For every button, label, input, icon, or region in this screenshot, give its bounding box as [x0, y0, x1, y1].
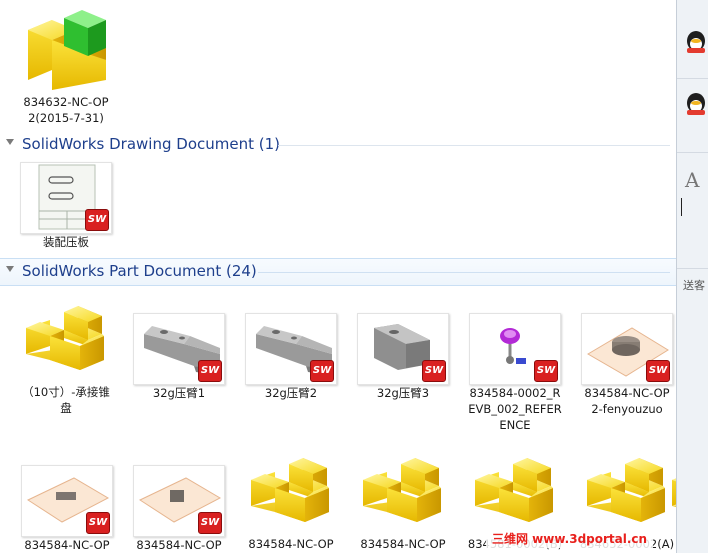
chat-side-panel: A 送客 — [676, 0, 708, 553]
part-item-label: 834584-NC-OP — [248, 537, 334, 551]
part-thumbnail: SW — [21, 465, 113, 537]
part-item-label: 834584-NC-OP — [24, 538, 110, 552]
part-icon — [475, 458, 553, 522]
solidworks-badge-icon: SW — [310, 360, 334, 382]
part-icon — [587, 458, 665, 522]
solidworks-badge-icon: SW — [646, 360, 670, 382]
solidworks-badge-icon: SW — [534, 360, 558, 382]
assembly-icon — [28, 10, 106, 90]
solidworks-badge-icon: SW — [85, 209, 109, 231]
part-item-label: 32g压臂3 — [376, 386, 430, 400]
group-title-drawing: SolidWorks Drawing Document (1) — [22, 135, 280, 153]
solidworks-badge-icon: SW — [198, 360, 222, 382]
qq-avatar-icon[interactable] — [683, 30, 708, 56]
panel-divider — [677, 268, 708, 269]
part-icon — [672, 458, 676, 522]
panel-divider — [677, 78, 708, 79]
part-icon — [251, 458, 329, 522]
qq-avatar-icon[interactable] — [683, 92, 708, 118]
drawing-thumbnail: SW — [20, 162, 112, 234]
part-thumbnail: SW — [581, 313, 673, 385]
group-title-part: SolidWorks Part Document (24) — [22, 262, 257, 280]
assembly-item-label: 834632-NC-OP 2(2015-7-31) — [23, 95, 109, 125]
collapse-chevron-icon[interactable] — [6, 139, 14, 145]
part-item-label: （10寸）-承接锥 盘 — [22, 385, 110, 415]
group-header-drawing[interactable]: SolidWorks Drawing Document (1) — [0, 132, 676, 158]
drawing-item-label: 装配压板 — [43, 235, 89, 249]
solidworks-badge-icon: SW — [86, 512, 110, 534]
part-item-label: 834584-NC-OP — [136, 538, 222, 552]
group-divider — [278, 145, 670, 146]
part-item-label: 834584-0002_R EVB_002_REFER ENCE — [468, 386, 562, 432]
part-item-label: 32g压臂2 — [264, 386, 318, 400]
part-thumbnail: SW — [357, 313, 449, 385]
text-input-caret[interactable] — [681, 198, 682, 216]
part-item-label: 32g压臂1 — [152, 386, 206, 400]
file-explorer-content: 834632-NC-OP 2(2015-7-31) SolidWorks Dra… — [0, 0, 676, 553]
panel-divider — [677, 152, 708, 153]
part-icon — [26, 306, 104, 370]
part-item-label: 834584-NC-OP 2-fenyouzuo — [584, 386, 670, 416]
font-settings-button[interactable]: A — [685, 168, 699, 192]
part-thumbnail: SW — [133, 465, 225, 537]
collapse-chevron-icon[interactable] — [6, 266, 14, 272]
part-item-label: 834584-NC-OP — [360, 537, 446, 551]
part-icon — [363, 458, 441, 522]
part-thumbnail: SW — [245, 313, 337, 385]
solidworks-badge-icon: SW — [422, 360, 446, 382]
site-watermark: 三维网 www.3dportal.cn — [486, 530, 654, 548]
part-thumbnail: SW — [133, 313, 225, 385]
group-header-part[interactable]: SolidWorks Part Document (24) — [0, 258, 676, 286]
send-label[interactable]: 送客 — [683, 277, 705, 293]
group-divider — [258, 272, 670, 273]
solidworks-badge-icon: SW — [198, 512, 222, 534]
part-thumbnail: SW — [469, 313, 561, 385]
